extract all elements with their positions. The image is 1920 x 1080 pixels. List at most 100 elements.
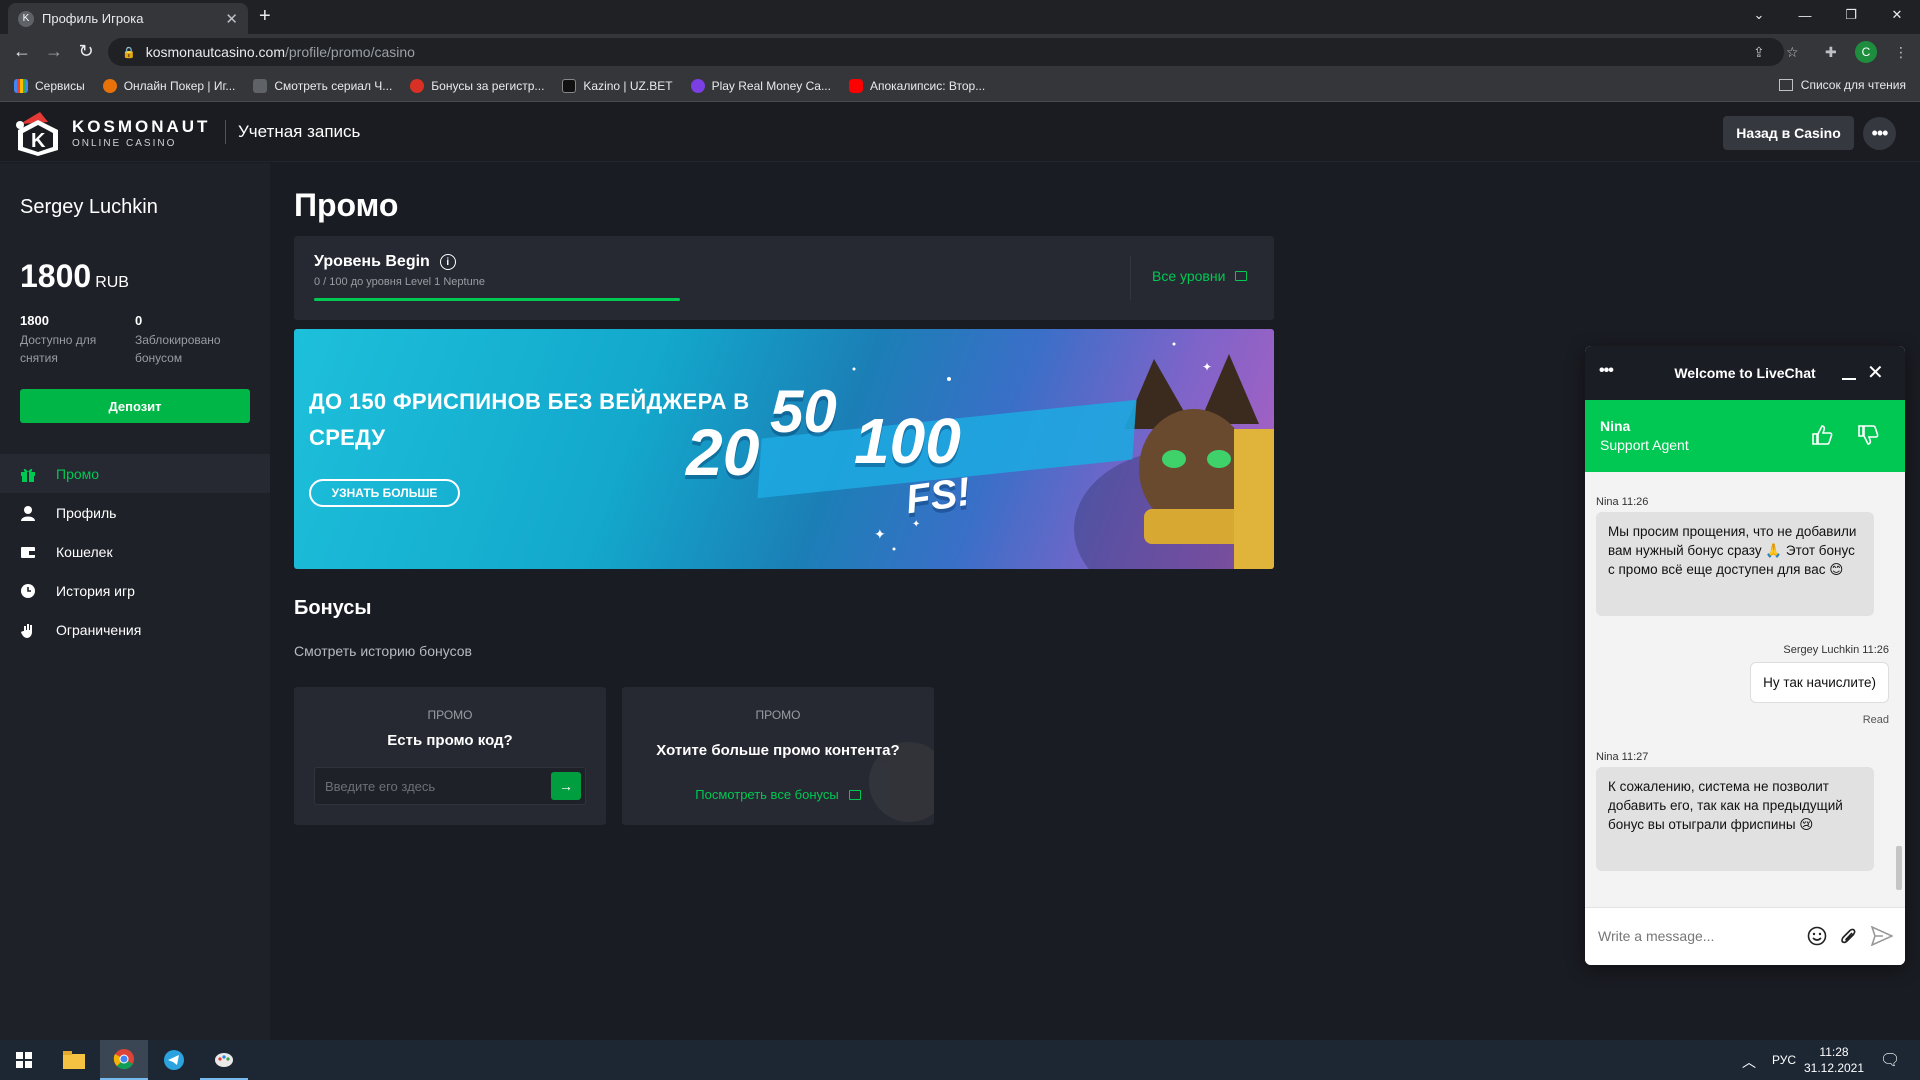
sidebar-item-wallet[interactable]: Кошелек — [0, 532, 270, 571]
close-chat-icon[interactable]: ✕ — [1867, 360, 1884, 385]
attachment-icon[interactable] — [1838, 925, 1860, 947]
sidebar-item-limits[interactable]: Ограничения — [0, 610, 270, 649]
view-all-bonuses-link[interactable]: Посмотреть все бонусы — [622, 787, 934, 802]
promo-card-question: Хотите больше промо контента? — [656, 742, 900, 759]
chrome-taskbar-icon[interactable] — [100, 1040, 148, 1080]
windows-start-icon[interactable] — [0, 1040, 48, 1080]
close-window-button[interactable]: ✕ — [1874, 0, 1920, 30]
file-explorer-icon[interactable] — [50, 1040, 98, 1080]
promo-card-label: ПРОМО — [427, 708, 473, 722]
windows-taskbar: ︿ РУС 11:28 31.12.2021 🗨 — [0, 1040, 1920, 1080]
uzbet-favicon-icon — [562, 78, 577, 93]
sidebar-item-game-history[interactable]: История игр — [0, 571, 270, 610]
all-levels-link[interactable]: Все уровни — [1152, 268, 1248, 284]
address-bar[interactable]: 🔒 kosmonautcasino.com/profile/promo/casi… — [108, 38, 1784, 66]
agent-role: Support Agent — [1600, 437, 1689, 453]
deposit-button[interactable]: Депозит — [20, 389, 250, 423]
agent-bar: Nina Support Agent — [1585, 400, 1905, 472]
livechat-widget: ••• Welcome to LiveChat ✕ Nina Support A… — [1585, 346, 1905, 965]
logo-subtitle: ONLINE CASINO — [72, 138, 177, 149]
level-title: Уровень Begin i — [314, 253, 456, 271]
profile-avatar[interactable]: C — [1855, 41, 1877, 63]
notifications-icon[interactable]: 🗨 — [1880, 1050, 1900, 1070]
chat-messages: Nina 11:26 Мы просим прощения, что не до… — [1585, 472, 1905, 907]
message-meta: Nina 11:27 — [1596, 751, 1649, 763]
chat-message-input[interactable] — [1598, 924, 1798, 948]
extensions-icon[interactable]: ✚ — [1825, 44, 1837, 61]
bonus-favicon-icon — [410, 78, 425, 93]
sidebar-item-label: Ограничения — [56, 621, 142, 638]
close-tab-icon[interactable]: ✕ — [225, 10, 238, 28]
message-meta: Sergey Luchkin 11:26 — [1783, 644, 1889, 656]
site-header: K KOSMONAUT ONLINE CASINO Учетная запись… — [0, 102, 1920, 162]
browser-tab[interactable]: K Профиль Игрока ✕ — [8, 3, 248, 34]
sidebar-item-profile[interactable]: Профиль — [0, 493, 270, 532]
url-path: /profile/promo/casino — [285, 44, 415, 60]
telegram-icon[interactable] — [150, 1040, 198, 1080]
emoji-icon[interactable] — [1806, 925, 1828, 947]
agent-message: Мы просим прощения, что не добавили вам … — [1596, 512, 1874, 616]
minimize-window-button[interactable]: — — [1782, 0, 1828, 30]
bookmark-item[interactable]: Kazino | UZ.BET — [562, 78, 673, 93]
header-divider — [225, 120, 226, 144]
kosmonaut-logo[interactable]: K KOSMONAUT ONLINE CASINO — [14, 110, 210, 156]
logo-mark-icon: K — [14, 110, 64, 156]
tab-search-icon[interactable]: ⌄ — [1736, 0, 1782, 30]
banner-title: ДО 150 ФРИСПИНОВ БЕЗ ВЕЙДЖЕРА В СРЕДУ — [309, 389, 750, 450]
bookmark-item[interactable]: Бонусы за регистр... — [410, 78, 544, 93]
lock-icon: 🔒 — [122, 46, 136, 59]
scrollbar-thumb[interactable] — [1896, 846, 1902, 890]
chrome-menu-icon[interactable]: ⋮ — [1894, 44, 1908, 61]
forward-arrow-icon[interactable]: → — [44, 42, 64, 60]
bookmark-item[interactable]: Сервисы — [14, 78, 85, 93]
promo-banner[interactable]: ✦ ✦ ✦ 20 50 100 FS! ДО 150 ФРИСПИНОВ БЕЗ… — [294, 329, 1274, 569]
banner-fs-label: FS! — [903, 469, 974, 523]
level-progress-text: 0 / 100 до уровня Level 1 Neptune — [314, 276, 485, 288]
reload-icon[interactable]: ↻ — [76, 42, 96, 60]
tray-chevron-icon[interactable]: ︿ — [1742, 1052, 1756, 1072]
send-icon[interactable] — [1871, 925, 1893, 947]
sidebar-item-promo[interactable]: Промо — [0, 454, 270, 493]
banner-number: 100 — [854, 405, 961, 477]
info-icon[interactable]: i — [439, 254, 456, 270]
promo-code-input[interactable] — [325, 768, 545, 804]
system-clock[interactable]: 11:28 31.12.2021 — [1800, 1044, 1868, 1076]
bookmark-item[interactable]: Апокалипсис: Втор... — [848, 78, 985, 93]
back-arrow-icon[interactable]: ← — [12, 42, 32, 60]
user-message: Ну так начислите) — [1750, 662, 1889, 703]
learn-more-button[interactable]: УЗНАТЬ БОЛЬШЕ — [309, 479, 460, 507]
external-link-icon — [848, 789, 861, 800]
thumbs-up-icon[interactable] — [1809, 422, 1835, 448]
thumbs-down-icon[interactable] — [1855, 422, 1881, 448]
share-icon[interactable]: ⇪ — [1753, 44, 1765, 61]
agent-name: Nina — [1600, 418, 1631, 434]
gift-icon — [20, 466, 36, 482]
bonus-history-link[interactable]: Смотреть историю бонусов — [294, 643, 472, 659]
reading-list-button[interactable]: Список для чтения — [1778, 78, 1906, 92]
submit-arrow-icon[interactable]: → — [551, 772, 581, 800]
bookmark-star-icon[interactable]: ☆ — [1786, 44, 1799, 61]
back-to-casino-button[interactable]: Назад в Casino — [1723, 116, 1854, 150]
input-language[interactable]: РУС — [1772, 1053, 1796, 1067]
bookmark-item[interactable]: Онлайн Покер | Иг... — [102, 78, 235, 93]
clock-icon — [20, 583, 36, 599]
svg-text:✦: ✦ — [1202, 360, 1212, 374]
locked-balance: 0 Заблокировано бонусом — [135, 313, 221, 365]
browser-toolbar: ← → ↻ 🔒 kosmonautcasino.com/profile/prom… — [0, 34, 1920, 70]
hand-icon — [20, 622, 36, 638]
account-section-title: Учетная запись — [238, 122, 361, 141]
bookmark-item[interactable]: Play Real Money Ca... — [690, 78, 831, 93]
bookmark-item[interactable]: Смотреть сериал Ч... — [253, 78, 392, 93]
chat-scrollbar[interactable] — [1895, 476, 1903, 903]
more-options-icon[interactable]: ••• — [1863, 117, 1896, 150]
level-progress-bar — [314, 298, 680, 301]
restore-window-button[interactable]: ❐ — [1828, 0, 1874, 30]
sidebar-item-label: История игр — [56, 582, 135, 599]
profile-sidebar: Sergey Luchkin 1800 RUB 1800 Доступно для… — [0, 163, 270, 1040]
url-host: kosmonautcasino.com — [145, 44, 285, 60]
available-balance: 1800 Доступно для снятия — [20, 313, 97, 365]
paint-app-icon[interactable] — [200, 1040, 248, 1080]
balance-currency: RUB — [95, 274, 129, 291]
new-tab-button[interactable]: + — [259, 6, 271, 26]
minimize-chat-icon[interactable] — [1842, 378, 1856, 380]
